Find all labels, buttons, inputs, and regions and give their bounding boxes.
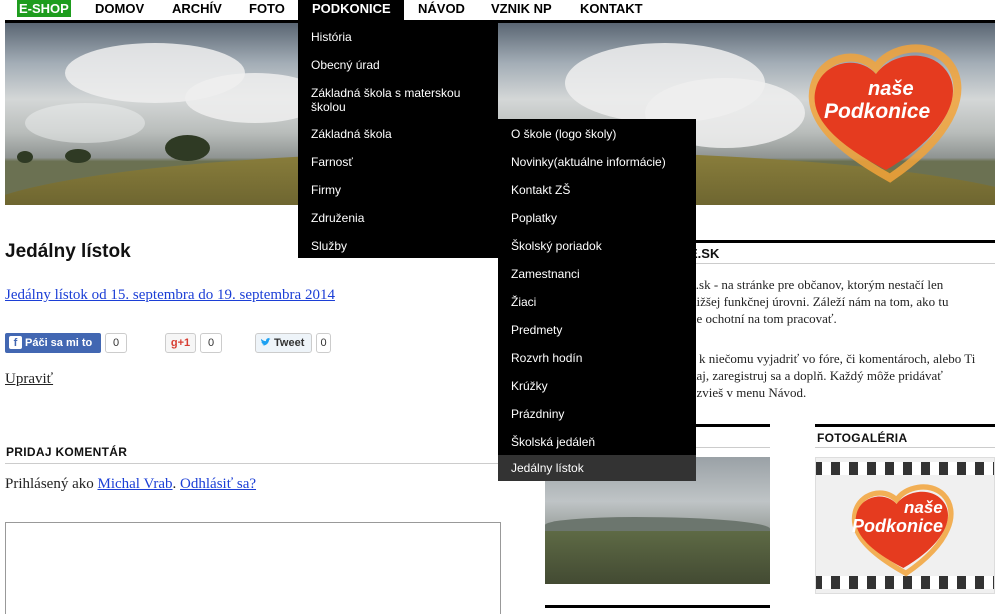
top-navigation: E-SHOP DOMOV ARCHÍV FOTO PODKONICE NÁVOD… [0, 0, 1003, 20]
submenu-item-kontakt-zs[interactable]: Kontakt ZŠ [498, 183, 696, 197]
logo-text-podkonice: Podkonice [824, 100, 931, 123]
google-plus-label: +1 [177, 337, 191, 349]
gallery-heading: FOTOGALÉRIA [817, 431, 908, 445]
submenu-item-rozvrh-hodin[interactable]: Rozvrh hodín [498, 351, 696, 365]
article-link[interactable]: Jedálny lístok od 15. septembra do 19. s… [5, 287, 335, 304]
menu-item-historia[interactable]: História [298, 30, 498, 44]
sidebar-paragraph-1: e.sk - na stránke pre občanov, ktorým ne… [690, 276, 990, 327]
tweet-button[interactable]: Tweet [255, 333, 312, 353]
sidebar-p1-line1: e.sk - na stránke pre občanov, ktorým ne… [690, 277, 944, 292]
google-plus-count: 0 [200, 333, 222, 353]
gallery-rule [815, 424, 995, 427]
nav-item-foto[interactable]: FOTO [235, 0, 299, 20]
podkonice-dropdown-menu: História Obecný úrad Základná škola s ma… [298, 22, 498, 258]
nav-item-vznik-np[interactable]: VZNIK NP [477, 0, 566, 20]
edit-link[interactable]: Upraviť [5, 371, 53, 388]
nav-item-kontakt[interactable]: KONTAKT [566, 0, 657, 20]
facebook-like-label: Páči sa mi to [25, 337, 93, 349]
tweet-count: 0 [316, 333, 331, 353]
facebook-like-button[interactable]: f Páči sa mi to [5, 333, 101, 353]
menu-item-zakladna-skola[interactable]: Základná škola [298, 127, 498, 141]
logout-link[interactable]: Odhlásiť sa? [180, 476, 256, 492]
menu-item-obecny-urad[interactable]: Obecný úrad [298, 58, 498, 72]
photo-gallery-thumbnail[interactable]: naše Podkonice [815, 457, 995, 594]
menu-item-firmy[interactable]: Firmy [298, 183, 498, 197]
submenu-item-skolska-jedalen[interactable]: Školská jedáleň [498, 435, 696, 449]
submenu-item-novinky[interactable]: Novinky(aktuálne informácie) [498, 155, 696, 169]
user-profile-link[interactable]: Michal Vrab [97, 476, 172, 492]
comment-textarea[interactable] [5, 522, 501, 614]
menu-item-sluzby[interactable]: Služby [298, 239, 498, 253]
submenu-item-poplatky[interactable]: Poplatky [498, 211, 696, 225]
film-strip-top [816, 462, 994, 475]
submenu-item-kruzky[interactable]: Krúžky [498, 379, 696, 393]
menu-item-zdruzenia[interactable]: Združenia [298, 211, 498, 225]
nav-eshop-link[interactable]: E-SHOP [17, 0, 71, 17]
menu-item-zs-ms-line1: Základná škola s materskou [311, 86, 461, 100]
submenu-item-jedalny-listok[interactable]: Jedálny lístok [498, 455, 696, 481]
facebook-icon: f [9, 336, 22, 349]
sidebar-title-divider [676, 263, 995, 264]
submenu-item-skolsky-poriadok[interactable]: Školský poriadok [498, 239, 696, 253]
facebook-like-count: 0 [105, 333, 127, 353]
logo-text-nase: naše [868, 78, 914, 100]
sidebar-p2-line1: a k niečomu vyjadriť vo fóre, či komentá… [690, 351, 976, 366]
sidebar-top-rule [676, 240, 995, 243]
submenu-item-zamestnanci[interactable]: Zamestnanci [498, 267, 696, 281]
gallery-logo-text-podkonice: Podkonice [852, 516, 944, 536]
sidebar-p1-line2: nižšej funkčnej úrovni. Záleží nám na to… [690, 294, 949, 309]
gallery-logo-text-nase: naše [904, 498, 943, 517]
gallery-divider [815, 447, 995, 448]
twitter-bird-icon [260, 337, 271, 346]
tweet-label: Tweet [274, 337, 305, 349]
comment-divider [5, 463, 500, 464]
skola-submenu: O škole (logo školy) Novinky(aktuálne in… [498, 119, 696, 481]
logged-separator: . [172, 476, 181, 492]
photo-box-bottom-rule [545, 605, 770, 608]
menu-item-zs-ms-line2: školou [311, 100, 346, 114]
nav-item-domov[interactable]: DOMOV [81, 0, 158, 20]
logged-prefix: Prihlásený ako [5, 476, 98, 492]
nav-item-navod[interactable]: NÁVOD [404, 0, 479, 20]
nav-item-archiv[interactable]: ARCHÍV [158, 0, 236, 20]
submenu-item-ziaci[interactable]: Žiaci [498, 295, 696, 309]
sidebar-p2-line2: kaj, zaregistruj sa a doplň. Každý môže … [690, 368, 943, 383]
menu-item-zakladna-skola-materska[interactable]: Základná škola s materskou školou [298, 86, 498, 114]
page-title: Jedálny lístok [5, 241, 131, 262]
submenu-item-predmety[interactable]: Predmety [498, 323, 696, 337]
google-plus-button[interactable]: g+1 [165, 333, 196, 353]
sidebar-p2-line3: ozvieš v menu Návod. [690, 385, 807, 400]
nav-item-podkonice[interactable]: PODKONICE [298, 0, 404, 20]
comment-heading: PRIDAJ KOMENTÁR [6, 445, 128, 459]
google-plus-icon: g [170, 337, 178, 349]
logged-in-status: Prihlásený ako Michal Vrab. Odhlásiť sa? [5, 476, 256, 493]
site-logo[interactable]: naše Podkonice [806, 38, 974, 188]
submenu-item-prazdniny[interactable]: Prázdniny [498, 407, 696, 421]
submenu-item-o-skole[interactable]: O škole (logo školy) [498, 127, 696, 141]
sidebar-p1-line3: ne ochotní na tom pracovať. [690, 311, 837, 326]
menu-item-farnost[interactable]: Farnosť [298, 155, 498, 169]
sidebar-paragraph-2: a k niečomu vyjadriť vo fóre, či komentá… [690, 350, 990, 401]
